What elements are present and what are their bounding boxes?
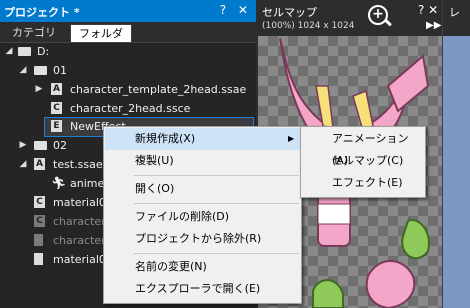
menu-item-open-explorer[interactable]: エクスプローラで開く(E) (105, 278, 300, 300)
expand-toggle-icon[interactable]: ◢ (4, 42, 14, 61)
tree-item-folder-01[interactable]: ◢ 01 (0, 61, 256, 80)
menu-item-exclude[interactable]: プロジェクトから除外(R) (105, 228, 300, 250)
submenu-item-cellmap[interactable]: セルマップ(C) (302, 150, 424, 172)
submenu-arrow-icon: ▶ (288, 134, 295, 143)
tree-item-label: character_template_2head.ssae (70, 83, 247, 96)
menu-item-open[interactable]: 開く(O) (105, 178, 300, 200)
expand-toggle-icon[interactable]: ◢ (18, 155, 28, 174)
cellmap-file-icon: C (51, 102, 62, 114)
right-panel-content (443, 36, 470, 308)
menu-item-duplicate[interactable]: 複製(U) (105, 150, 300, 172)
tree-item-label: 02 (53, 139, 67, 152)
menu-separator (134, 253, 299, 254)
menu-item-delete[interactable]: ファイルの削除(D) (105, 206, 300, 228)
submenu-item-effect[interactable]: エフェクト(E) (302, 172, 424, 194)
project-title: プロジェクト * (4, 6, 80, 19)
expand-toggle-icon[interactable]: ▶ (34, 80, 44, 99)
runner-icon: 🏃︎ (51, 176, 67, 190)
expand-toggle-icon[interactable]: ◢ (18, 61, 28, 80)
tree-item-label: material0 (53, 253, 106, 266)
project-header: プロジェクト * ? ✕ (0, 0, 256, 22)
zoom-handle-icon (384, 18, 392, 27)
tab-category[interactable]: カテゴリ (4, 24, 64, 41)
cellmap-file-icon: C (34, 215, 45, 227)
folder-icon (34, 66, 47, 75)
tree-item-label: D: (37, 45, 50, 58)
menu-separator (134, 175, 299, 176)
document-icon (34, 253, 43, 265)
project-header-buttons[interactable]: ? ✕ (220, 3, 252, 17)
menu-item-rename[interactable]: 名前の変更(N) (105, 256, 300, 278)
fast-forward-icon[interactable]: ▶▶ (426, 20, 441, 31)
tree-item-drive[interactable]: ◢ D: (0, 42, 256, 61)
tree-item-label: material0 (53, 196, 106, 209)
tree-item-label: 01 (53, 64, 67, 77)
expand-toggle-icon[interactable]: ▶ (18, 136, 28, 155)
tree-item-label: character_2head.ssce (70, 102, 191, 115)
cellmap-header-buttons[interactable]: ? ✕ (418, 3, 438, 17)
tab-bar: カテゴリ フォルダ (0, 22, 256, 43)
tree-item-label: test.ssae (53, 158, 103, 171)
menu-item-new[interactable]: 新規作成(X) ▶ (105, 128, 300, 150)
cellmap-title: セルマップ (262, 6, 317, 19)
menu-item-label: 新規作成(X) (135, 132, 196, 145)
tab-folder[interactable]: フォルダ (70, 24, 132, 42)
document-icon (34, 234, 43, 246)
context-menu: 新規作成(X) ▶ 複製(U) 開く(O) ファイルの削除(D) プロジェクトか… (103, 126, 302, 304)
animation-file-icon: A (51, 83, 62, 95)
right-panel-title: レ (449, 6, 460, 19)
effect-file-icon: E (51, 120, 62, 132)
tree-item-file[interactable]: C character_2head.ssce (0, 99, 256, 118)
cellmap-size-label: (100%) 1024 x 1024 (262, 21, 355, 31)
folder-icon (34, 141, 47, 150)
tree-item-file[interactable]: ▶ A character_template_2head.ssae (0, 80, 256, 99)
cellmap-file-icon: C (34, 196, 45, 208)
folder-icon (18, 47, 31, 56)
menu-separator (134, 203, 299, 204)
submenu-item-animation[interactable]: アニメーション(A) (302, 128, 424, 167)
new-submenu: アニメーション(A) セルマップ(C) エフェクト(E) (300, 126, 426, 198)
animation-file-icon: A (34, 158, 45, 170)
right-panel: レ (442, 0, 470, 308)
